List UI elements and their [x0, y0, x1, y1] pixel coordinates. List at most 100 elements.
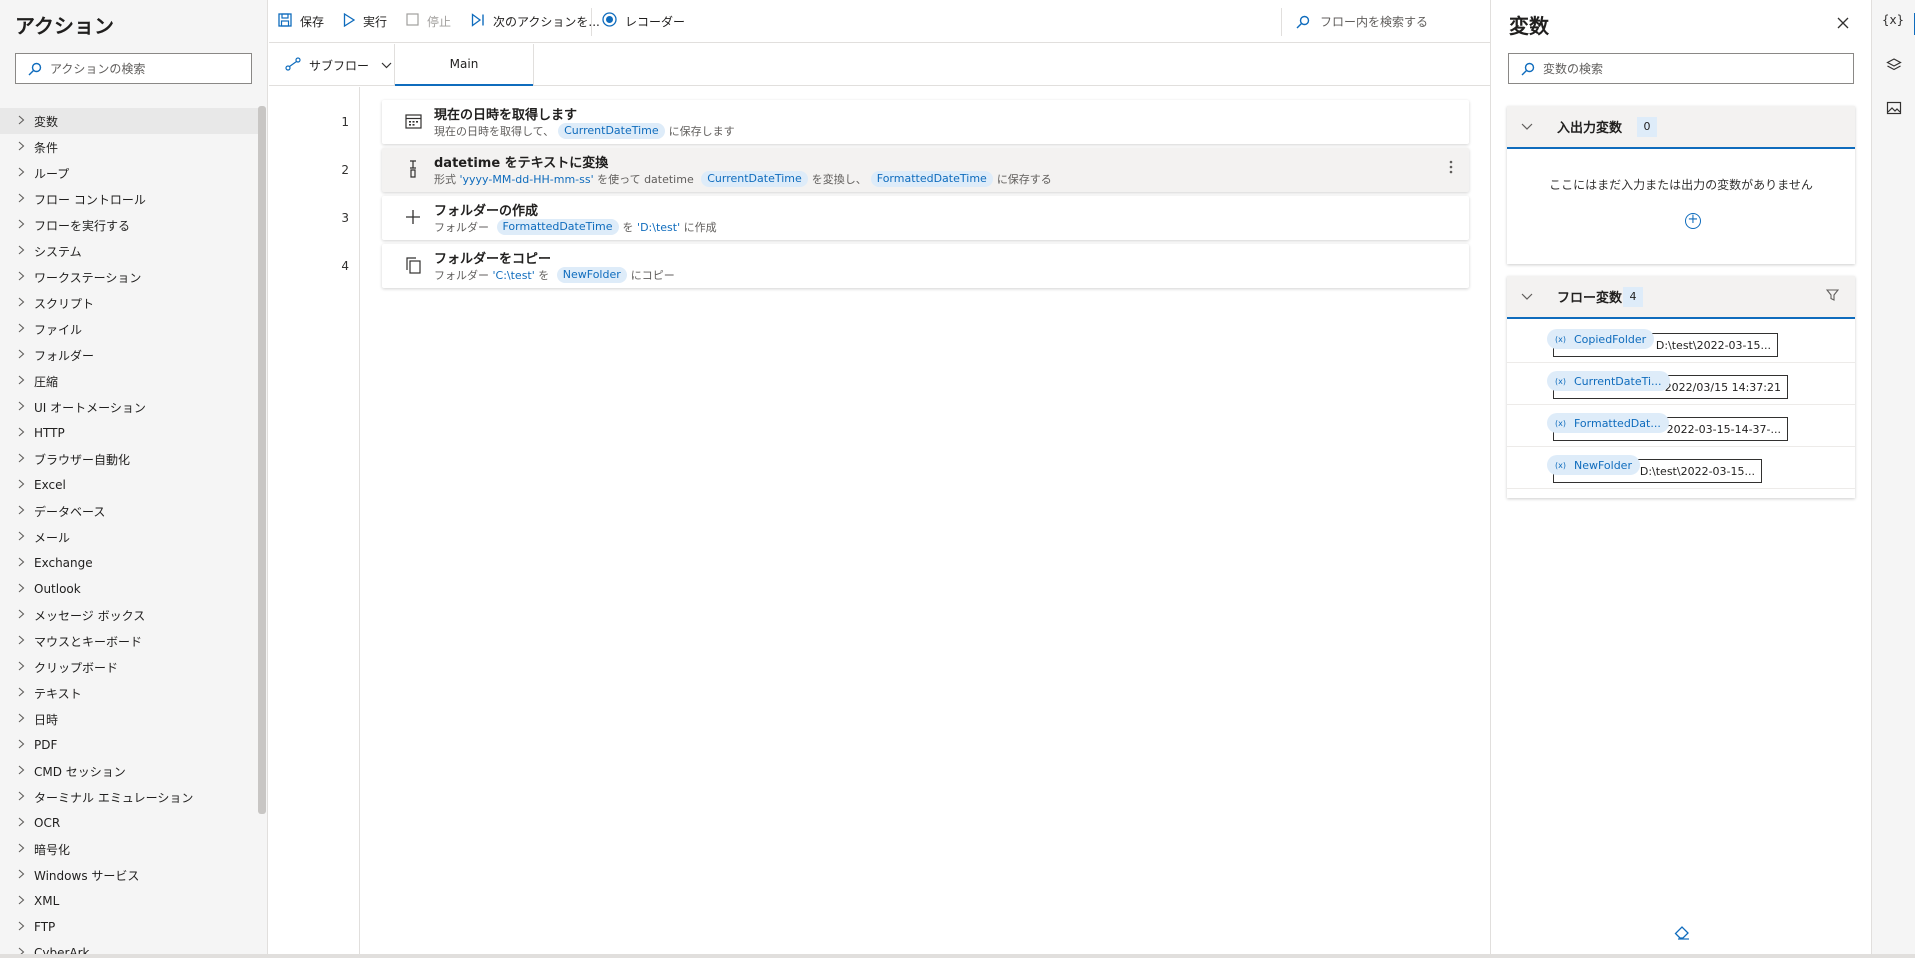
- action-category-item[interactable]: HTTP: [0, 420, 260, 446]
- variable-name: NewFolder: [1573, 458, 1632, 472]
- action-category-item[interactable]: フロー コントロール: [0, 186, 260, 212]
- action-category-item[interactable]: ブラウザー自動化: [0, 446, 260, 472]
- variable-chip[interactable]: NewFolder: [556, 267, 627, 283]
- variables-search-input[interactable]: 変数の検索: [1508, 53, 1854, 84]
- variable-icon: (x): [1555, 334, 1566, 344]
- variable-name-chip[interactable]: (x) FormattedDat...: [1547, 413, 1669, 433]
- action-category-item[interactable]: システム: [0, 238, 260, 264]
- action-category-item[interactable]: ファイル: [0, 316, 260, 342]
- eraser-icon[interactable]: [1674, 926, 1690, 944]
- variable-chip[interactable]: CurrentDateTime: [701, 171, 808, 187]
- action-category-item[interactable]: Outlook: [0, 576, 260, 602]
- action-category-label: メール: [34, 530, 71, 545]
- variable-chip[interactable]: FormattedDateTime: [496, 219, 619, 235]
- action-category-item[interactable]: 日時: [0, 706, 260, 732]
- literal-value: 'D:\test': [637, 220, 681, 234]
- filter-icon[interactable]: [1825, 288, 1840, 305]
- action-category-item[interactable]: 圧縮: [0, 368, 260, 394]
- layers-icon[interactable]: [1872, 57, 1915, 76]
- action-category-item[interactable]: XML: [0, 888, 260, 914]
- flow-variable-row[interactable]: 2022-03-15-14-37-... (x) FormattedDat...: [1507, 405, 1855, 447]
- chevron-right-icon: [18, 791, 34, 804]
- variable-name-chip[interactable]: (x) CurrentDateTi...: [1547, 371, 1670, 391]
- flow-step[interactable]: datetime をテキストに変換 形式 'yyyy-MM-dd-HH-mm-ss…: [382, 148, 1469, 192]
- description-text: 現在の日時を取得して、: [434, 125, 555, 138]
- action-category-item[interactable]: データベース: [0, 498, 260, 524]
- flow-variable-row[interactable]: 2022/03/15 14:37:21 (x) CurrentDateTi...: [1507, 363, 1855, 405]
- action-category-item[interactable]: CMD セッション: [0, 758, 260, 784]
- action-category-item[interactable]: Exchange: [0, 550, 260, 576]
- action-category-item[interactable]: テキスト: [0, 680, 260, 706]
- variable-chip[interactable]: FormattedDateTime: [870, 171, 993, 187]
- action-category-item[interactable]: 暗号化: [0, 836, 260, 862]
- action-category-label: ワークステーション: [34, 270, 142, 285]
- variable-name-chip[interactable]: (x) NewFolder: [1547, 455, 1640, 475]
- flow-step[interactable]: 現在の日時を取得します 現在の日時を取得して、 CurrentDateTime に保存…: [382, 100, 1469, 144]
- chevron-right-icon: [18, 843, 34, 856]
- chevron-right-icon: [18, 817, 34, 830]
- action-category-label: 日時: [34, 712, 59, 727]
- variable-chip[interactable]: CurrentDateTime: [558, 123, 665, 139]
- chevron-right-icon: [18, 427, 34, 440]
- chevron-right-icon: [18, 635, 34, 648]
- action-category-label: フローを実行する: [34, 218, 131, 233]
- toolbar-divider: [591, 8, 592, 36]
- images-icon[interactable]: [1872, 101, 1915, 118]
- actions-scrollbar[interactable]: [258, 106, 266, 814]
- action-category-label: テキスト: [34, 686, 82, 701]
- subflow-dropdown[interactable]: サブフロー: [285, 44, 392, 86]
- chevron-right-icon: [18, 297, 34, 310]
- action-category-item[interactable]: Windows サービス: [0, 862, 260, 888]
- toolbar-divider: [1281, 8, 1282, 36]
- action-category-item[interactable]: スクリプト: [0, 290, 260, 316]
- run-button[interactable]: 実行: [343, 0, 387, 43]
- variable-name-chip[interactable]: (x) CopiedFolder: [1547, 329, 1655, 349]
- more-options-icon[interactable]: [1449, 160, 1453, 178]
- flow-variable-row[interactable]: D:\test\2022-03-15... (x) CopiedFolder: [1507, 321, 1855, 363]
- io-variables-card: 入出力変数 0 ここにはまだ入力または出力の変数がありません +: [1507, 106, 1855, 264]
- close-icon[interactable]: [1837, 13, 1849, 34]
- action-category-item[interactable]: PDF: [0, 732, 260, 758]
- action-category-item[interactable]: 変数: [0, 108, 260, 134]
- add-variable-icon[interactable]: +: [1685, 213, 1701, 229]
- tab-main[interactable]: Main: [395, 44, 533, 86]
- stop-button[interactable]: 停止: [406, 0, 451, 43]
- subflow-icon: [285, 56, 301, 74]
- action-category-item[interactable]: ワークステーション: [0, 264, 260, 290]
- save-button[interactable]: 保存: [278, 0, 324, 43]
- variable-icon: (x): [1555, 460, 1566, 470]
- variables-icon[interactable]: {x}: [1872, 13, 1915, 35]
- action-category-item[interactable]: Excel: [0, 472, 260, 498]
- save-icon: [278, 12, 292, 31]
- chevron-right-icon: [18, 245, 34, 258]
- flow-variables-header[interactable]: フロー変数 4: [1507, 276, 1855, 319]
- chevron-right-icon: [18, 141, 34, 154]
- chevron-right-icon: [18, 869, 34, 882]
- next-action-button[interactable]: 次のアクションを...: [471, 0, 600, 43]
- io-variables-header[interactable]: 入出力変数 0: [1507, 106, 1855, 149]
- flow-step[interactable]: フォルダーの作成 フォルダー FormattedDateTime を 'D:\tes…: [382, 196, 1469, 240]
- action-category-item[interactable]: ループ: [0, 160, 260, 186]
- action-category-label: ループ: [34, 166, 70, 181]
- flow-step[interactable]: フォルダーをコピー フォルダー 'C:\test' を NewFolder にコピー: [382, 244, 1469, 288]
- action-category-label: フォルダー: [34, 348, 95, 363]
- flow-variable-row[interactable]: D:\test\2022-03-15... (x) NewFolder: [1507, 447, 1855, 489]
- recorder-button[interactable]: レコーダー: [602, 0, 685, 43]
- description-text: に作成: [680, 221, 717, 234]
- run-label: 実行: [363, 15, 388, 29]
- action-category-item[interactable]: FTP: [0, 914, 260, 940]
- action-category-item[interactable]: クリップボード: [0, 654, 260, 680]
- action-category-item[interactable]: ターミナル エミュレーション: [0, 784, 260, 810]
- flow-search-input[interactable]: フロー内を検索する: [1296, 0, 1428, 43]
- action-category-item[interactable]: OCR: [0, 810, 260, 836]
- io-variables-count: 0: [1637, 116, 1657, 137]
- action-category-item[interactable]: メール: [0, 524, 260, 550]
- action-category-item[interactable]: フォルダー: [0, 342, 260, 368]
- actions-search-input[interactable]: アクションの検索: [15, 53, 252, 84]
- action-category-item[interactable]: フローを実行する: [0, 212, 260, 238]
- action-category-item[interactable]: マウスとキーボード: [0, 628, 260, 654]
- action-category-item[interactable]: UI オートメーション: [0, 394, 260, 420]
- action-category-item[interactable]: メッセージ ボックス: [0, 602, 260, 628]
- action-category-item[interactable]: 条件: [0, 134, 260, 160]
- action-category-item[interactable]: CyberArk: [0, 940, 260, 954]
